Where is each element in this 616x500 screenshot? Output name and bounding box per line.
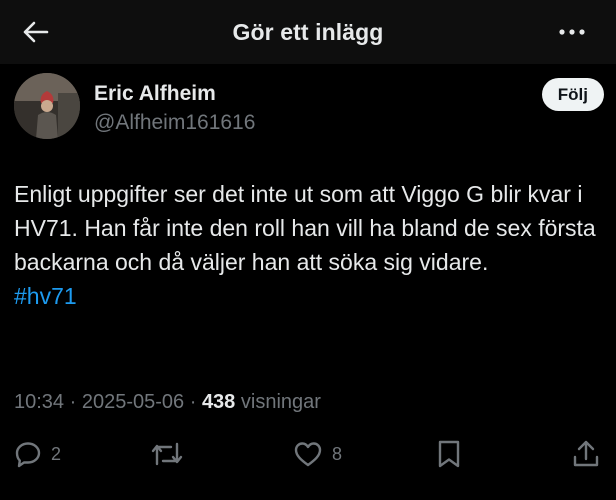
- tweet-date[interactable]: 2025-05-06: [82, 391, 184, 413]
- tweet-meta: 10:34 · 2025-05-06 · 438 visningar: [14, 391, 321, 414]
- meta-separator: ·: [69, 391, 82, 413]
- like-button[interactable]: 8: [293, 432, 342, 476]
- back-button[interactable]: [18, 16, 52, 48]
- author-row: Eric Alfheim @Alfheim161616 Följ: [14, 73, 604, 143]
- views-label: visningar: [240, 391, 321, 413]
- hashtag-link[interactable]: #hv71: [14, 279, 604, 313]
- like-count: 8: [332, 443, 343, 464]
- more-horizontal-icon: [558, 28, 586, 36]
- arrow-left-icon: [21, 20, 49, 44]
- more-options-button[interactable]: [556, 20, 588, 44]
- author-handle[interactable]: @Alfheim161616: [94, 111, 255, 135]
- share-icon: [572, 439, 600, 469]
- page-title: Gör ett inlägg: [232, 18, 384, 45]
- heart-icon: [293, 440, 323, 468]
- repost-button[interactable]: [150, 432, 184, 476]
- action-bar: 2 8: [0, 432, 616, 476]
- tweet-time[interactable]: 10:34: [14, 391, 64, 413]
- views-count: 438: [201, 391, 236, 413]
- reply-icon: [14, 440, 42, 468]
- bookmark-button[interactable]: [436, 432, 462, 476]
- bookmark-icon: [436, 439, 462, 469]
- avatar[interactable]: [14, 73, 80, 139]
- share-button[interactable]: [572, 432, 600, 476]
- repost-icon: [150, 440, 184, 468]
- top-bar: Gör ett inlägg: [0, 0, 616, 64]
- tweet-text: Enligt uppgifter ser det inte ut som att…: [14, 181, 596, 275]
- reply-button[interactable]: 2: [14, 432, 61, 476]
- author-name[interactable]: Eric Alfheim: [94, 82, 216, 106]
- reply-count: 2: [51, 443, 62, 464]
- tweet-body: Enligt uppgifter ser det inte ut som att…: [14, 177, 604, 313]
- follow-button[interactable]: Följ: [541, 78, 604, 111]
- meta-separator: ·: [189, 391, 202, 413]
